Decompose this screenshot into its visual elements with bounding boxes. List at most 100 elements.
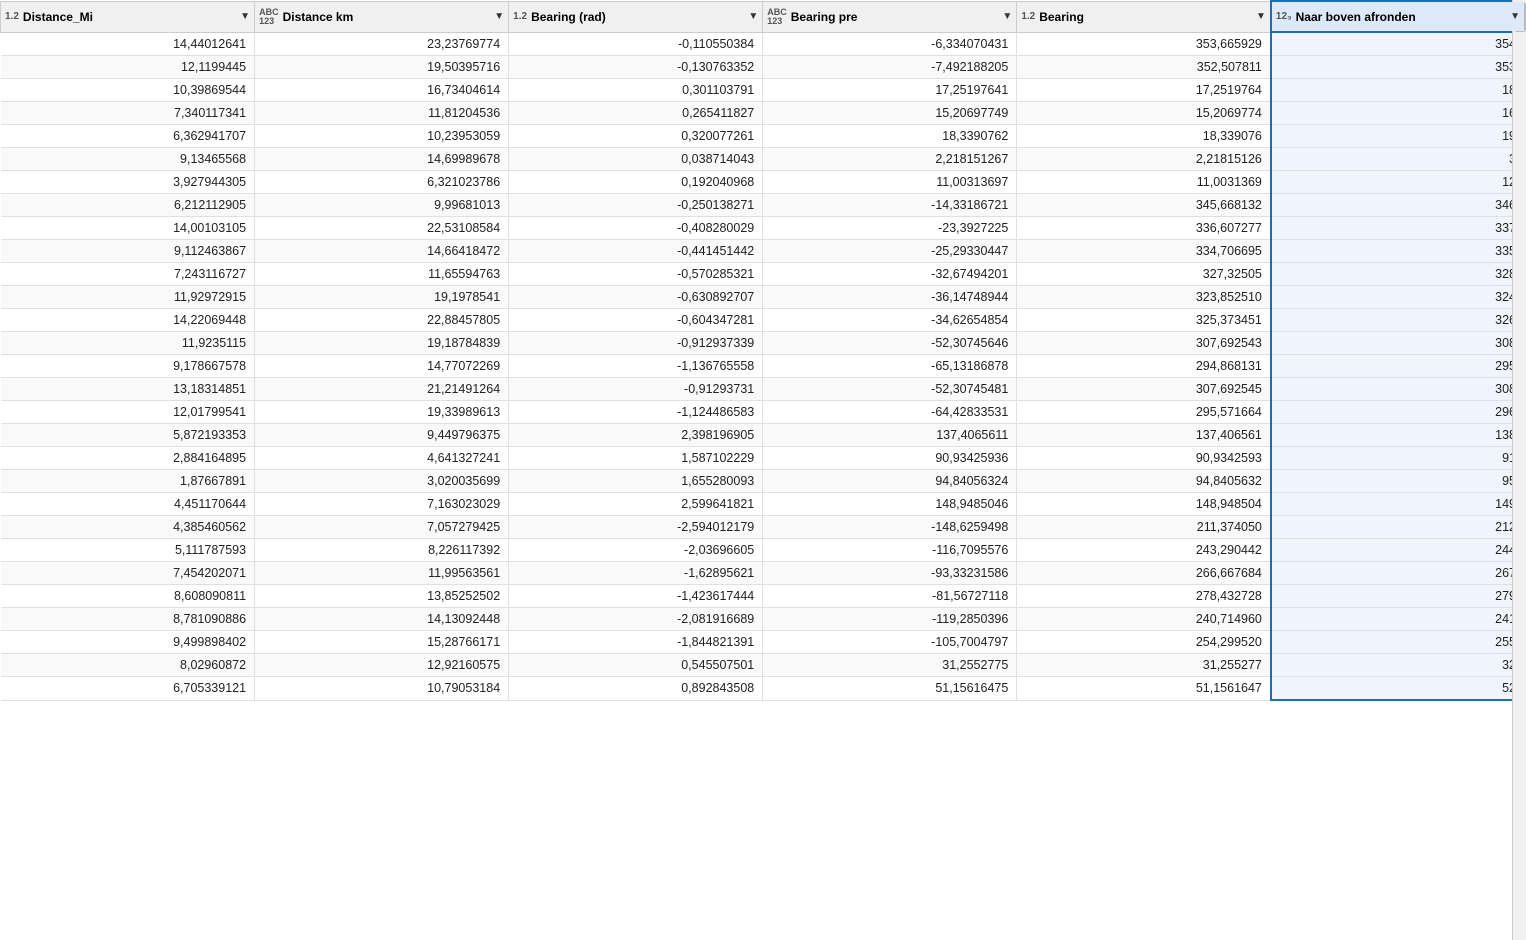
cell-distance_km: 23,23769774 — [255, 32, 509, 56]
cell-naar_boven: 267 — [1271, 562, 1525, 585]
table-row: 5,8721933539,4497963752,398196905137,406… — [1, 424, 1526, 447]
cell-bearing_pre: 51,15616475 — [763, 677, 1017, 701]
cell-distance_km: 13,85252502 — [255, 585, 509, 608]
table-row: 9,11246386714,66418472-0,441451442-25,29… — [1, 240, 1526, 263]
cell-distance_km: 14,66418472 — [255, 240, 509, 263]
table-row: 4,3854605627,057279425-2,594012179-148,6… — [1, 516, 1526, 539]
cell-distance_km: 19,18784839 — [255, 332, 509, 355]
cell-bearing_rad: 0,892843508 — [509, 677, 763, 701]
cell-distance_mi: 7,243116727 — [1, 263, 255, 286]
cell-bearing_pre: -14,33186721 — [763, 194, 1017, 217]
cell-bearing: 211,374050 — [1017, 516, 1271, 539]
cell-naar_boven: 16 — [1271, 102, 1525, 125]
cell-distance_km: 4,641327241 — [255, 447, 509, 470]
cell-bearing: 90,9342593 — [1017, 447, 1271, 470]
cell-bearing_pre: -7,492188205 — [763, 56, 1017, 79]
cell-bearing_pre: 11,00313697 — [763, 171, 1017, 194]
cell-bearing_rad: -0,408280029 — [509, 217, 763, 240]
cell-bearing_rad: 0,320077261 — [509, 125, 763, 148]
cell-distance_km: 14,69989678 — [255, 148, 509, 171]
cell-distance_km: 14,77072269 — [255, 355, 509, 378]
cell-bearing: 148,948504 — [1017, 493, 1271, 516]
cell-bearing_pre: -81,56727118 — [763, 585, 1017, 608]
cell-distance_km: 12,92160575 — [255, 654, 509, 677]
cell-distance_km: 7,057279425 — [255, 516, 509, 539]
cell-naar_boven: 12 — [1271, 171, 1525, 194]
cell-bearing_rad: -1,124486583 — [509, 401, 763, 424]
scrollbar[interactable] — [1512, 0, 1526, 940]
cell-bearing: 243,290442 — [1017, 539, 1271, 562]
cell-bearing_rad: 0,192040968 — [509, 171, 763, 194]
dropdown-arrow-distance_mi[interactable]: ▼ — [240, 11, 250, 22]
cell-bearing_rad: -0,250138271 — [509, 194, 763, 217]
column-header-naar_boven[interactable]: 12₃Naar boven afronden▼ — [1271, 1, 1525, 32]
column-header-distance_mi[interactable]: 1.2Distance_Mi▼ — [1, 1, 255, 32]
dropdown-arrow-bearing[interactable]: ▼ — [1256, 11, 1266, 22]
cell-bearing: 353,665929 — [1017, 32, 1271, 56]
cell-bearing_pre: -25,29330447 — [763, 240, 1017, 263]
cell-distance_mi: 6,212112905 — [1, 194, 255, 217]
cell-distance_mi: 2,884164895 — [1, 447, 255, 470]
dropdown-arrow-distance_km[interactable]: ▼ — [494, 11, 504, 22]
table-row: 6,70533912110,790531840,89284350851,1561… — [1, 677, 1526, 701]
table-body: 14,4401264123,23769774-0,110550384-6,334… — [1, 32, 1526, 700]
cell-naar_boven: 328 — [1271, 263, 1525, 286]
cell-bearing_pre: -64,42833531 — [763, 401, 1017, 424]
cell-bearing_rad: -0,570285321 — [509, 263, 763, 286]
cell-bearing_rad: -0,441451442 — [509, 240, 763, 263]
dropdown-arrow-bearing_rad[interactable]: ▼ — [748, 11, 758, 22]
cell-distance_mi: 14,22069448 — [1, 309, 255, 332]
cell-bearing_rad: -0,110550384 — [509, 32, 763, 56]
cell-distance_mi: 12,01799541 — [1, 401, 255, 424]
cell-distance_mi: 7,454202071 — [1, 562, 255, 585]
column-label-bearing: Bearing — [1039, 10, 1084, 24]
cell-naar_boven: 279 — [1271, 585, 1525, 608]
table-row: 2,8841648954,6413272411,587102229 90,9342… — [1, 447, 1526, 470]
cell-distance_mi: 9,178667578 — [1, 355, 255, 378]
cell-naar_boven: 308 — [1271, 378, 1525, 401]
table-row: 1,876678913,0200356991,65528009394,84056… — [1, 470, 1526, 493]
cell-distance_km: 11,81204536 — [255, 102, 509, 125]
cell-distance_km: 19,33989613 — [255, 401, 509, 424]
cell-distance_mi: 9,13465568 — [1, 148, 255, 171]
table-row: 9,17866757814,77072269-1,136765558-65,13… — [1, 355, 1526, 378]
cell-bearing_rad: 0,265411827 — [509, 102, 763, 125]
cell-distance_km: 9,99681013 — [255, 194, 509, 217]
cell-bearing: 336,607277 — [1017, 217, 1271, 240]
cell-naar_boven: 244 — [1271, 539, 1525, 562]
table-row: 8,0296087212,921605750,54550750131,25527… — [1, 654, 1526, 677]
column-header-bearing_pre[interactable]: ABC123Bearing pre▼ — [763, 1, 1017, 32]
cell-naar_boven: 18 — [1271, 79, 1525, 102]
cell-distance_mi: 7,340117341 — [1, 102, 255, 125]
cell-bearing_pre: -32,67494201 — [763, 263, 1017, 286]
table-row: 14,0010310522,53108584-0,408280029-23,39… — [1, 217, 1526, 240]
cell-distance_mi: 4,385460562 — [1, 516, 255, 539]
cell-bearing_pre: -6,334070431 — [763, 32, 1017, 56]
table-row: 14,2206944822,88457805-0,604347281-34,62… — [1, 309, 1526, 332]
cell-bearing_pre: -34,62654854 — [763, 309, 1017, 332]
cell-bearing_rad: 1,587102229 — [509, 447, 763, 470]
cell-bearing_pre: 18,3390762 — [763, 125, 1017, 148]
cell-naar_boven: 324 — [1271, 286, 1525, 309]
cell-bearing_pre: 2,218151267 — [763, 148, 1017, 171]
cell-bearing_rad: -0,604347281 — [509, 309, 763, 332]
dropdown-arrow-bearing_pre[interactable]: ▼ — [1002, 11, 1012, 22]
cell-naar_boven: 149 — [1271, 493, 1525, 516]
cell-distance_km: 19,1978541 — [255, 286, 509, 309]
column-header-bearing[interactable]: 1.2Bearing▼ — [1017, 1, 1271, 32]
cell-naar_boven: 296 — [1271, 401, 1525, 424]
cell-naar_boven: 52 — [1271, 677, 1525, 701]
cell-bearing: 18,339076 — [1017, 125, 1271, 148]
column-header-bearing_rad[interactable]: 1.2Bearing (rad)▼ — [509, 1, 763, 32]
table-row: 12,119944519,50395716-0,130763352-7,4921… — [1, 56, 1526, 79]
column-header-distance_km[interactable]: ABC123Distance km▼ — [255, 1, 509, 32]
cell-naar_boven: 353 — [1271, 56, 1525, 79]
table-row: 14,4401264123,23769774-0,110550384-6,334… — [1, 32, 1526, 56]
cell-distance_km: 15,28766171 — [255, 631, 509, 654]
type-icon-distance_km: ABC123 — [259, 8, 279, 26]
dropdown-arrow-naar_boven[interactable]: ▼ — [1510, 11, 1520, 22]
cell-distance_km: 10,23953059 — [255, 125, 509, 148]
cell-distance_mi: 8,781090886 — [1, 608, 255, 631]
cell-distance_km: 11,65594763 — [255, 263, 509, 286]
cell-bearing_pre: -148,6259498 — [763, 516, 1017, 539]
